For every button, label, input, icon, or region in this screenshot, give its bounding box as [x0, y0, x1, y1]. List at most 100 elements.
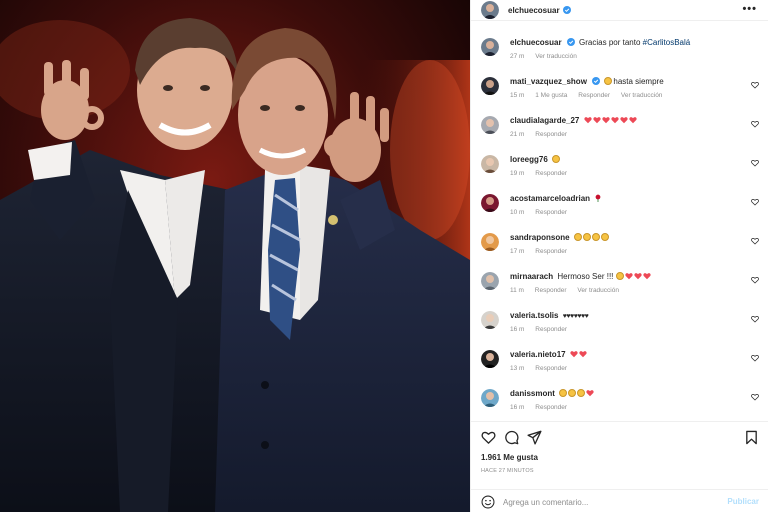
crying-face-emoji-icon	[568, 389, 577, 397]
comment-row: mati_vazquez_show hasta siempre 15 m 1 M…	[481, 73, 761, 109]
comment-translate-link[interactable]: Ver traducción	[621, 92, 663, 99]
post-actions: 1.961 Me gusta HACE 27 MINUTOS Publicar	[471, 421, 768, 512]
comment-time: 21 m	[510, 131, 525, 138]
comment-input[interactable]	[503, 495, 713, 509]
commenter-avatar[interactable]	[481, 350, 499, 368]
like-heart-icon[interactable]	[481, 430, 496, 445]
comment-reply-link[interactable]: Responder	[535, 287, 567, 294]
commenter-avatar[interactable]	[481, 155, 499, 173]
red-heart-emoji-icon	[633, 273, 642, 280]
comment-text: hasta siempre	[613, 77, 664, 86]
caption-hashtag-link[interactable]: #CarlitosBalá	[643, 38, 691, 47]
comment-row: sandraponsone 17 m Responder	[481, 229, 761, 265]
comment-reply-link[interactable]: Responder	[535, 365, 567, 372]
like-heart-icon[interactable]	[751, 393, 759, 401]
comment-time: 10 m	[510, 209, 525, 216]
comment-row: danissmont 16 m Responder	[481, 385, 761, 420]
comment-username[interactable]: claudialagarde_27	[510, 116, 579, 125]
caption-text: Gracias por tanto	[579, 38, 641, 47]
commenter-avatar[interactable]	[481, 77, 499, 95]
red-heart-emoji-icon	[642, 273, 651, 280]
emoji-smile-icon[interactable]	[481, 495, 495, 509]
comment-time: 15 m	[510, 92, 525, 99]
caption-username[interactable]: elchuecosuar	[510, 38, 562, 47]
comment-row: valeria.nieto17 13 m Responder	[481, 346, 761, 382]
comment-time: 17 m	[510, 248, 525, 255]
comment-time: 11 m	[510, 287, 524, 294]
like-heart-icon[interactable]	[751, 198, 759, 206]
comment-row: valeria.tsolis ♥♥♥♥♥♥♥ 16 m Responder	[481, 307, 761, 343]
likes-count[interactable]: 1.961 Me gusta	[481, 453, 538, 462]
post-image	[0, 0, 470, 512]
crying-face-emoji-icon	[591, 233, 600, 241]
comment-username[interactable]: valeria.nieto17	[510, 350, 566, 359]
smiling-face-emoji-icon	[552, 155, 561, 163]
post-caption: elchuecosuar Gracias por tanto #Carlitos…	[481, 34, 761, 70]
post-sidebar: elchuecosuar ••• elchuecosuar Gracias po…	[470, 0, 768, 512]
like-heart-icon[interactable]	[751, 354, 759, 362]
share-paper-plane-icon[interactable]	[527, 430, 542, 445]
verified-badge-icon	[562, 6, 571, 14]
comment-translate-link[interactable]: Ver traducción	[577, 287, 619, 294]
comment-reply-link[interactable]: Responder	[535, 248, 567, 255]
commenter-avatar[interactable]	[481, 233, 499, 251]
crying-face-emoji-icon	[615, 272, 624, 280]
red-heart-emoji-icon	[628, 117, 637, 124]
caption-time: 27 m	[510, 53, 525, 60]
caption-translate-link[interactable]: Ver traducción	[535, 53, 577, 60]
crying-face-emoji-icon	[604, 77, 613, 85]
comment-username[interactable]: mati_vazquez_show	[510, 77, 587, 86]
crying-face-emoji-icon	[559, 389, 568, 397]
comment-likes-link[interactable]: 1 Me gusta	[535, 92, 567, 99]
comment-time: 16 m	[510, 326, 525, 333]
rose-emoji-icon	[595, 194, 601, 202]
commenter-avatar[interactable]	[481, 311, 499, 329]
comment-username[interactable]: loreegg76	[510, 155, 548, 164]
comment-text: ♥♥♥♥♥♥♥	[562, 313, 589, 320]
comment-row: claudialagarde_27 21 m Responder	[481, 112, 761, 148]
comment-username[interactable]: mirnaarach	[510, 272, 553, 281]
comment-row: mirnaarach Hermoso Ser !!! 11 m Responde…	[481, 268, 761, 304]
comment-username[interactable]: valeria.tsolis	[510, 311, 558, 320]
commenter-avatar[interactable]	[481, 272, 499, 290]
comment-reply-link[interactable]: Responder	[578, 92, 610, 99]
verified-badge-icon	[592, 77, 601, 85]
like-heart-icon[interactable]	[751, 120, 759, 128]
like-heart-icon[interactable]	[751, 315, 759, 323]
publish-button[interactable]: Publicar	[727, 497, 759, 506]
comment-reply-link[interactable]: Responder	[535, 404, 567, 411]
comment-reply-link[interactable]: Responder	[535, 209, 567, 216]
comment-username[interactable]: sandraponsone	[510, 233, 570, 242]
comment-reply-link[interactable]: Responder	[535, 326, 567, 333]
like-heart-icon[interactable]	[751, 237, 759, 245]
like-heart-icon[interactable]	[751, 276, 759, 284]
crying-face-emoji-icon	[577, 389, 586, 397]
commenter-avatar[interactable]	[481, 194, 499, 212]
comment-username[interactable]: danissmont	[510, 389, 555, 398]
red-heart-emoji-icon	[583, 117, 592, 124]
comments-list: elchuecosuar Gracias por tanto #Carlitos…	[471, 32, 768, 420]
author-avatar[interactable]	[481, 38, 499, 56]
verified-badge-icon	[566, 38, 575, 46]
author-avatar[interactable]	[481, 1, 499, 19]
post-photo[interactable]	[0, 0, 470, 512]
comment-bubble-icon[interactable]	[504, 430, 519, 445]
comment-time: 19 m	[510, 170, 525, 177]
comment-username[interactable]: acostamarceloadrian	[510, 194, 590, 203]
red-heart-emoji-icon	[619, 117, 628, 124]
like-heart-icon[interactable]	[751, 159, 759, 167]
comment-reply-link[interactable]: Responder	[535, 170, 567, 177]
more-horizontal-icon[interactable]: •••	[742, 4, 757, 15]
bookmark-icon[interactable]	[744, 430, 759, 445]
crying-face-emoji-icon	[600, 233, 609, 241]
comment-row: loreegg76 19 m Responder	[481, 151, 761, 187]
comment-row: acostamarceloadrian 10 m Responder	[481, 190, 761, 226]
red-heart-emoji-icon	[579, 351, 587, 358]
like-heart-icon[interactable]	[751, 81, 759, 89]
commenter-avatar[interactable]	[481, 116, 499, 134]
commenter-avatar[interactable]	[481, 389, 499, 407]
red-heart-emoji-icon	[586, 390, 594, 397]
comment-reply-link[interactable]: Responder	[535, 131, 567, 138]
author-username[interactable]: elchuecosuar	[508, 6, 560, 15]
crying-face-emoji-icon	[582, 233, 591, 241]
